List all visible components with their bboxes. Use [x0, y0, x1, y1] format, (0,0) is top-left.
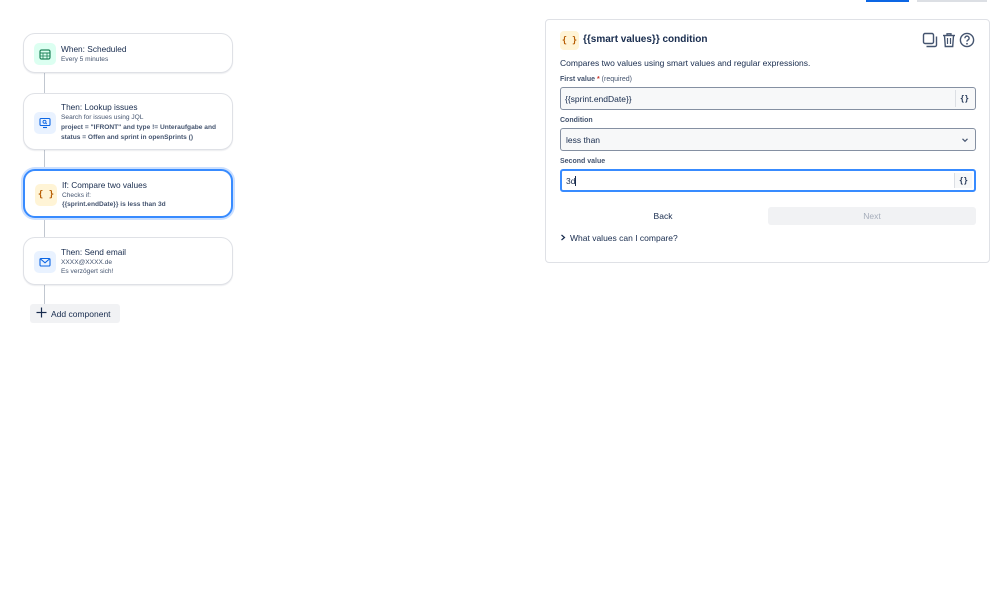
condition-config-panel: { } {{smart values}} condition Compares … — [545, 19, 990, 263]
second-value-text: 3d — [566, 175, 576, 186]
condition-label: Condition — [560, 117, 593, 124]
panel-title: {{smart values}} condition — [583, 34, 708, 45]
duplicate-icon[interactable] — [922, 32, 938, 48]
workflow-card-compare-values[interactable]: { } If: Compare two values Checks if: {{… — [23, 169, 233, 218]
chevron-down-icon — [961, 136, 969, 144]
condition-selected-value: less than — [566, 134, 601, 145]
card-title: If: Compare two values — [62, 180, 147, 190]
workflow-card-send-email[interactable]: Then: Send email XXXX@XXXX.de Es verzöge… — [23, 237, 233, 285]
add-component-button[interactable]: Add component — [30, 304, 120, 323]
connector-line — [44, 73, 45, 93]
condition-select[interactable]: less than — [560, 128, 976, 151]
braces-icon: { } — [35, 184, 57, 206]
help-expander-label: What values can I compare? — [570, 233, 678, 243]
connector-line — [44, 149, 45, 169]
first-value-smart-value-button[interactable]: {} — [955, 90, 973, 107]
braces-icon: { } — [560, 31, 579, 50]
second-value-smart-value-button[interactable]: {} — [954, 173, 972, 188]
card-subtitle: Every 5 minutes — [61, 56, 109, 63]
top-primary-button-edge[interactable] — [866, 0, 909, 2]
plus-icon — [36, 307, 47, 320]
monitor-search-icon — [34, 112, 56, 134]
card-title: Then: Send email — [61, 247, 127, 257]
text-cursor — [575, 175, 577, 186]
mail-icon — [34, 251, 56, 273]
second-value-label: Second value — [560, 158, 606, 165]
workflow-card-lookup-issues[interactable]: Then: Lookup issues Search for issues us… — [23, 93, 233, 150]
next-button[interactable]: Next — [768, 207, 976, 225]
card-condition-summary: {{sprint.endDate}} is less than 3d — [62, 201, 166, 208]
calendar-icon — [34, 43, 56, 65]
connector-line — [44, 218, 45, 237]
workflow-card-trigger-scheduled[interactable]: When: Scheduled Every 5 minutes — [23, 33, 233, 73]
second-value-input[interactable]: 3d {} — [560, 169, 976, 192]
panel-description: Compares two values using smart values a… — [560, 58, 811, 68]
chevron-right-icon — [560, 234, 566, 243]
card-title: Then: Lookup issues — [61, 102, 138, 112]
top-secondary-button-edge[interactable] — [917, 0, 987, 2]
first-value-input[interactable]: {{sprint.endDate}} {} — [560, 87, 976, 110]
first-value-text: {{sprint.endDate}} — [565, 93, 632, 104]
help-icon[interactable] — [959, 32, 975, 48]
card-subtitle: Search for issues using JQL — [61, 114, 144, 121]
card-jql-query: project = "IFRONT" and type != Unteraufg… — [61, 124, 216, 141]
connector-line — [44, 285, 45, 305]
trash-icon[interactable] — [941, 32, 957, 48]
back-button[interactable]: Back — [560, 207, 766, 225]
first-value-label: First value * (required) — [560, 76, 633, 83]
add-component-label: Add component — [51, 308, 111, 319]
help-expander[interactable]: What values can I compare? — [560, 233, 678, 243]
card-title: When: Scheduled — [61, 44, 127, 54]
card-email-subject: Es verzögert sich! — [61, 268, 114, 275]
